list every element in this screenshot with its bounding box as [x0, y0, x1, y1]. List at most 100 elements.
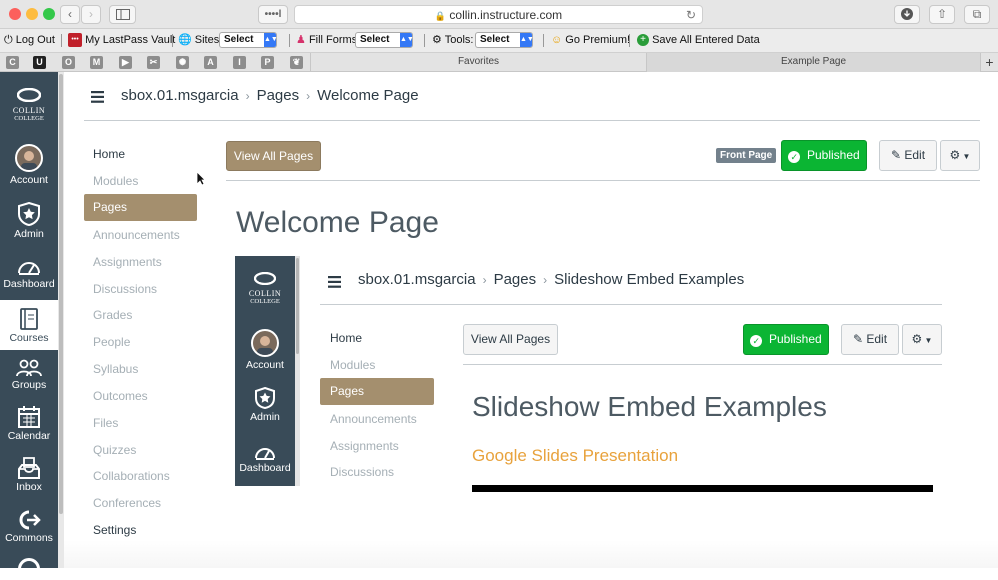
- favorite-p-icon[interactable]: P: [261, 56, 274, 69]
- embedded-published-button[interactable]: ✓ Published: [743, 324, 829, 355]
- tabs-overview-icon[interactable]: ⧉: [964, 5, 990, 24]
- course-nav-quizzes[interactable]: Quizzes: [93, 443, 136, 457]
- settings-menu-button[interactable]: ⚙ ▼: [940, 140, 980, 171]
- course-nav-assignments[interactable]: Assignments: [93, 255, 162, 269]
- people-icon: [16, 359, 42, 377]
- favorite-youtube-icon[interactable]: ▶: [119, 56, 132, 69]
- embedded-nav-pages[interactable]: Pages: [320, 378, 434, 405]
- breadcrumb-pages[interactable]: Pages: [494, 271, 537, 288]
- embedded-nav-modules[interactable]: Modules: [330, 358, 375, 372]
- back-icon[interactable]: ‹: [60, 5, 80, 24]
- course-nav-conferences[interactable]: Conferences: [93, 496, 161, 510]
- minimize-window-button[interactable]: [26, 8, 38, 20]
- global-nav-account[interactable]: Account: [0, 144, 58, 192]
- view-all-pages-button[interactable]: View All Pages: [226, 141, 321, 171]
- favorite-i-icon[interactable]: I: [233, 56, 246, 69]
- course-nav-outcomes[interactable]: Outcomes: [93, 389, 148, 403]
- new-tab-button[interactable]: +: [980, 53, 998, 72]
- collin-logo-icon: [16, 87, 42, 103]
- save-all-data-button[interactable]: + Save All Entered Data: [637, 29, 760, 52]
- favorite-mail-icon[interactable]: M: [90, 56, 103, 69]
- embedded-nav-account[interactable]: Account: [235, 329, 295, 371]
- forward-icon[interactable]: ›: [81, 5, 101, 24]
- embedded-nav-admin[interactable]: Admin: [235, 387, 295, 423]
- help-icon[interactable]: [18, 558, 40, 580]
- global-nav-inbox[interactable]: Inbox: [0, 457, 58, 497]
- course-nav-files[interactable]: Files: [93, 416, 118, 430]
- course-nav-people[interactable]: People: [93, 335, 130, 349]
- favorite-gear-icon[interactable]: ✺: [176, 56, 189, 69]
- embedded-nav-discussions[interactable]: Discussions: [330, 465, 394, 479]
- breadcrumb-course[interactable]: sbox.01.msgarcia: [358, 271, 476, 288]
- favorite-scissors-icon[interactable]: ✂: [147, 56, 160, 69]
- global-nav-courses[interactable]: Courses: [0, 300, 58, 350]
- course-nav-modules[interactable]: Modules: [93, 174, 138, 188]
- url-text: collin.instructure.com: [449, 8, 563, 22]
- global-nav-groups[interactable]: Groups: [0, 359, 58, 397]
- course-menu-toggle[interactable]: [91, 90, 104, 108]
- mouse-cursor-icon: [196, 171, 206, 186]
- logout-button[interactable]: ⏻ Log Out: [4, 29, 55, 52]
- collin-college-logo[interactable]: COLLIN COLLEGE: [6, 87, 52, 123]
- favorite-a-icon[interactable]: A: [204, 56, 217, 69]
- close-window-button[interactable]: [9, 8, 21, 20]
- course-nav-pages[interactable]: Pages: [84, 194, 197, 221]
- share-icon[interactable]: ⇧: [929, 5, 955, 24]
- embedded-nav-announcements[interactable]: Announcements: [330, 412, 417, 426]
- favorite-u-icon[interactable]: U: [33, 56, 46, 69]
- edit-button[interactable]: ✎ Edit: [879, 140, 937, 171]
- embedded-nav-dashboard[interactable]: Dashboard: [235, 444, 295, 474]
- tab-favorites[interactable]: Favorites: [310, 53, 646, 72]
- check-circle-icon: ✓: [750, 335, 763, 347]
- course-nav-announcements[interactable]: Announcements: [93, 228, 180, 242]
- tools-menu: ⚙ Tools:: [432, 34, 474, 46]
- course-nav-syllabus[interactable]: Syllabus: [93, 362, 138, 376]
- favorite-c-icon[interactable]: C: [6, 56, 19, 69]
- global-nav-dashboard[interactable]: Dashboard: [0, 258, 58, 296]
- embedded-edit-button[interactable]: ✎ Edit: [841, 324, 899, 355]
- course-nav-home[interactable]: Home: [93, 147, 125, 161]
- course-nav-grades[interactable]: Grades: [93, 308, 132, 322]
- top-sites-button[interactable]: ••••l: [258, 5, 288, 24]
- embedded-nav-assignments[interactable]: Assignments: [330, 439, 399, 453]
- favorite-o-icon[interactable]: O: [62, 56, 75, 69]
- fill-forms-select[interactable]: Select ▲▼: [355, 32, 414, 48]
- sidebar-toggle-icon[interactable]: [109, 5, 136, 24]
- published-button[interactable]: ✓ Published: [781, 140, 867, 171]
- global-nav-commons[interactable]: Commons: [0, 510, 58, 550]
- page-bottom-shadow: [64, 540, 998, 568]
- global-nav-calendar[interactable]: Calendar: [0, 406, 58, 446]
- global-nav-admin[interactable]: Admin: [0, 202, 58, 244]
- global-nav-scrollbar[interactable]: [58, 72, 64, 568]
- avatar: [251, 329, 279, 357]
- embedded-toolbar-divider: [463, 364, 942, 365]
- course-nav-settings[interactable]: Settings: [93, 523, 136, 537]
- embedded-breadcrumb: sbox.01.msgarcia › Pages › Slideshow Embed E…: [358, 271, 744, 288]
- lastpass-logo-icon: •••: [68, 33, 82, 48]
- reload-icon[interactable]: ↻: [686, 6, 696, 24]
- embedded-collin-logo[interactable]: COLLIN COLLEGE: [241, 271, 289, 306]
- slideshow-embed-frame[interactable]: [472, 485, 933, 492]
- embedded-view-all-pages-button[interactable]: View All Pages: [463, 324, 558, 355]
- tab-example-page[interactable]: Example Page: [646, 53, 980, 72]
- course-nav-collaborations[interactable]: Collaborations: [93, 469, 170, 483]
- course-nav-discussions[interactable]: Discussions: [93, 282, 157, 296]
- tools-select[interactable]: Select ▲▼: [475, 32, 534, 48]
- book-icon: [20, 308, 38, 330]
- sites-select[interactable]: Select ▲▼: [219, 32, 278, 48]
- favorite-dropbox-icon[interactable]: ❦: [290, 56, 303, 69]
- toolbar-divider: [226, 180, 980, 181]
- embedded-settings-menu-button[interactable]: ⚙ ▼: [902, 324, 942, 355]
- embedded-nav-scrollbar[interactable]: [295, 256, 300, 486]
- breadcrumb-course[interactable]: sbox.01.msgarcia: [121, 87, 239, 104]
- lastpass-vault-link[interactable]: ••• My LastPass Vault: [68, 29, 175, 52]
- breadcrumb-pages[interactable]: Pages: [257, 87, 300, 104]
- plus-circle-icon: +: [637, 34, 649, 47]
- embedded-course-menu-toggle[interactable]: [328, 275, 341, 293]
- go-premium-link[interactable]: ☺ Go Premium!: [551, 29, 630, 52]
- embedded-nav-home[interactable]: Home: [330, 331, 362, 345]
- zoom-window-button[interactable]: [43, 8, 55, 20]
- globe-icon: 🌐: [178, 34, 192, 46]
- address-bar[interactable]: 🔒 collin.instructure.com ↻: [294, 5, 703, 24]
- downloads-icon[interactable]: [894, 5, 920, 24]
